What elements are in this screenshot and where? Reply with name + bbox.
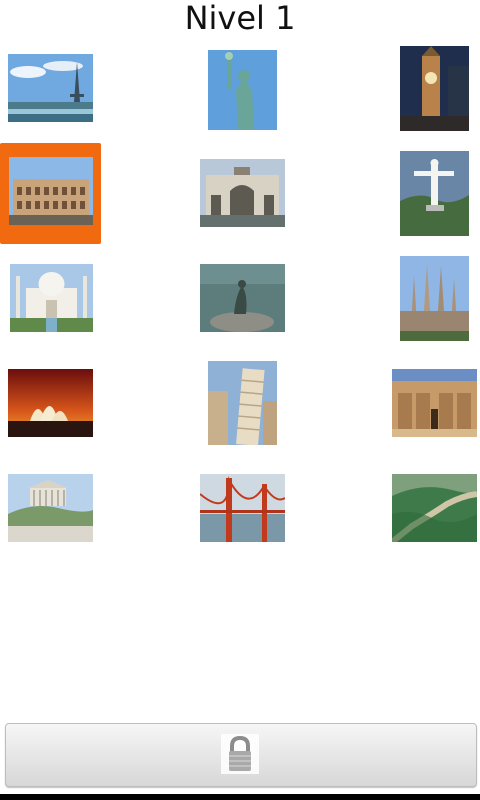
landmark-puerta-de-alcala-image[interactable] bbox=[200, 159, 285, 227]
landmark-golden-gate-bridge-image[interactable] bbox=[200, 474, 285, 542]
landmark-abu-simbel-image[interactable] bbox=[392, 369, 477, 437]
landmark-sydney-opera-house-image[interactable] bbox=[8, 369, 93, 437]
system-bottom-bar bbox=[0, 794, 480, 800]
landmark-acropolis-image[interactable] bbox=[8, 474, 93, 542]
landmark-little-mermaid-image[interactable] bbox=[200, 264, 285, 332]
landmark-taj-mahal-image[interactable] bbox=[10, 264, 93, 332]
landmark-colosseum-image[interactable] bbox=[9, 157, 93, 225]
landmark-sagrada-familia-image[interactable] bbox=[400, 256, 469, 341]
landmark-statue-of-liberty-image[interactable] bbox=[208, 50, 277, 130]
lock-icon bbox=[221, 734, 259, 774]
landmark-eiffel-tower-image[interactable] bbox=[8, 54, 93, 122]
landmark-big-ben-image[interactable] bbox=[400, 46, 469, 131]
landmark-great-wall-image[interactable] bbox=[392, 474, 477, 542]
landmark-christ-the-redeemer-image[interactable] bbox=[400, 151, 469, 236]
landmark-leaning-tower-of-pisa-image[interactable] bbox=[208, 361, 277, 445]
page-title: Nivel 1 bbox=[184, 0, 296, 37]
